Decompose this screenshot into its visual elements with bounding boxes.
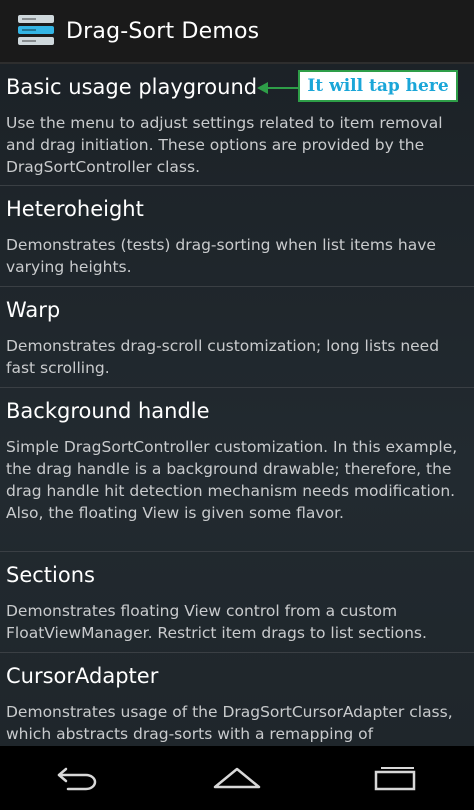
navigation-bar [0,746,474,810]
list-item-description: Simple DragSortController customization.… [6,438,458,522]
annotation-arrow-icon [257,82,301,94]
list-item-sections[interactable]: Sections Demonstrates floating View cont… [0,552,474,653]
list-item-description: Demonstrates (tests) drag-sorting when l… [6,236,436,276]
list-item-title: Heteroheight [6,197,144,221]
list-item-background-handle[interactable]: Background handle Simple DragSortControl… [0,388,474,552]
tap-annotation-label: It will tap here [298,70,458,102]
action-bar: Drag-Sort Demos [0,0,474,64]
demo-list[interactable]: Basic usage playground Use the menu to a… [0,64,474,746]
back-icon [57,767,97,791]
list-item-description: Demonstrates usage of the DragSortCursor… [6,703,453,743]
recents-button[interactable] [365,756,425,800]
list-item-description: Demonstrates floating View control from … [6,602,427,642]
app-list-icon[interactable] [18,13,54,49]
list-item-description: Use the menu to adjust settings related … [6,114,443,176]
list-item-title: Background handle [6,399,210,423]
home-button[interactable] [207,756,267,800]
list-item-cursor-adapter[interactable]: CursorAdapter Demonstrates usage of the … [0,653,474,746]
back-button[interactable] [49,756,109,800]
list-item-heteroheight[interactable]: Heteroheight Demonstrates (tests) drag-s… [0,186,474,287]
list-item-title: CursorAdapter [6,664,159,688]
recents-icon [374,767,416,791]
list-item-title: Warp [6,298,61,322]
list-item-title: Sections [6,563,95,587]
list-item-description: Demonstrates drag-scroll customization; … [6,337,440,377]
page-title: Drag-Sort Demos [66,18,260,44]
list-item-warp[interactable]: Warp Demonstrates drag-scroll customizat… [0,287,474,388]
home-icon [213,767,261,789]
